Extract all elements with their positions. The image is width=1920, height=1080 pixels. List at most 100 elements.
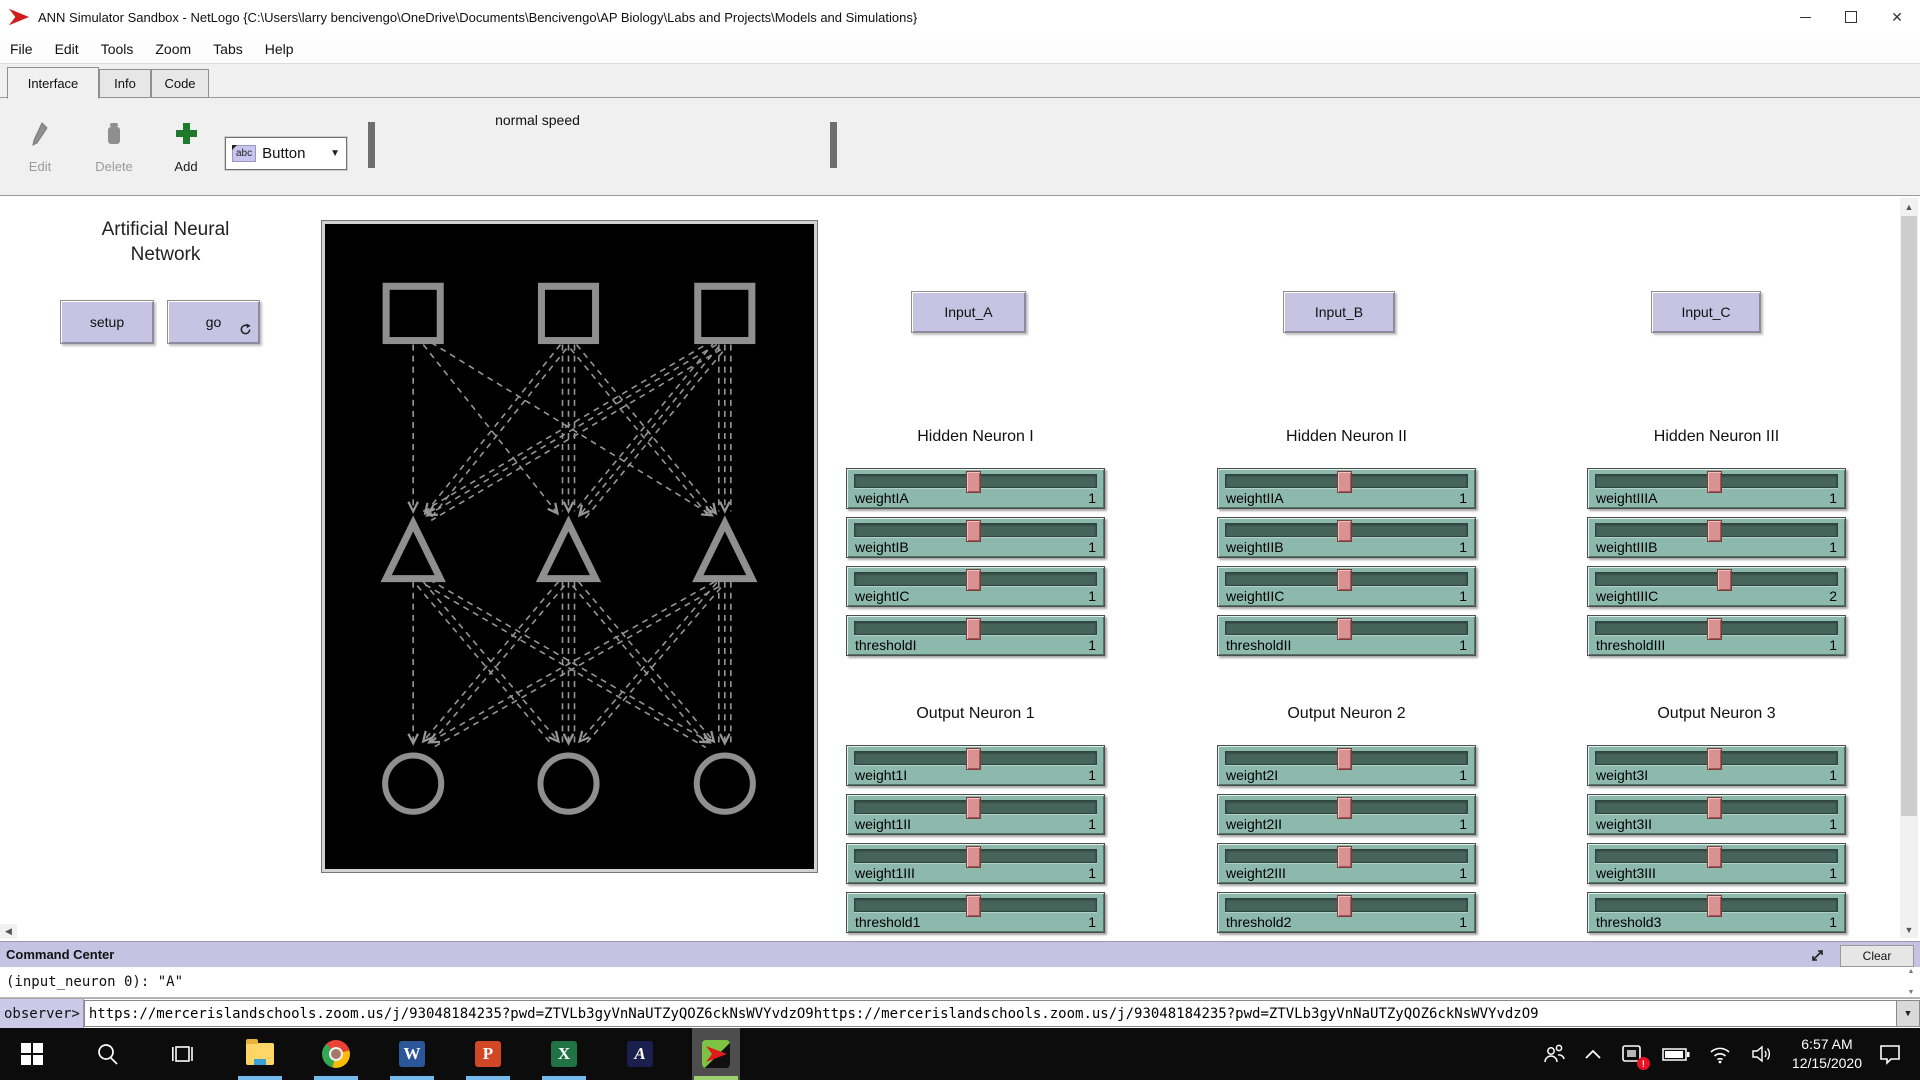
- button-widget-icon: abc: [232, 145, 256, 162]
- add-tool-button[interactable]: Add: [158, 120, 214, 174]
- slider-groove: [1595, 523, 1838, 537]
- taskbar-search-button[interactable]: [84, 1028, 132, 1080]
- slider-label: weight1II: [855, 816, 911, 832]
- start-button[interactable]: [8, 1028, 56, 1080]
- battery-icon[interactable]: [1662, 1046, 1690, 1062]
- slider-label: weightIA: [855, 490, 909, 506]
- world-view-frame: [321, 220, 818, 873]
- menu-help[interactable]: Help: [265, 41, 294, 57]
- slider-value: 2: [1829, 588, 1837, 604]
- slider-weight3I[interactable]: weight3I1: [1587, 745, 1846, 786]
- running-indicator: [390, 1076, 434, 1080]
- scroll-thumb[interactable]: [1901, 216, 1917, 816]
- close-button[interactable]: ✕: [1874, 0, 1920, 34]
- slider-weight3III[interactable]: weight3III1: [1587, 843, 1846, 884]
- slider-threshold2[interactable]: threshold21: [1217, 892, 1476, 933]
- input-a-button[interactable]: Input_A: [911, 291, 1026, 333]
- slider-value: 1: [1459, 588, 1467, 604]
- slider-value: 1: [1459, 637, 1467, 653]
- slider-value: 1: [1459, 816, 1467, 832]
- window-title: ANN Simulator Sandbox - NetLogo {C:\User…: [38, 10, 917, 25]
- slider-weight1II[interactable]: weight1II1: [846, 794, 1105, 835]
- notification-app-icon[interactable]: !: [1620, 1042, 1644, 1066]
- chrome-button[interactable]: [312, 1028, 360, 1080]
- netlogo-taskbar-button[interactable]: [692, 1028, 740, 1080]
- action-center-icon[interactable]: [1878, 1042, 1902, 1066]
- history-dropdown-button[interactable]: ▼: [1896, 1000, 1920, 1027]
- expand-icon[interactable]: [1806, 945, 1828, 965]
- toolbar-separator: [830, 122, 837, 168]
- slider-weight3II[interactable]: weight3II1: [1587, 794, 1846, 835]
- command-input[interactable]: https://mercerislandschools.zoom.us/j/93…: [84, 1000, 1896, 1027]
- slider-threshold1[interactable]: threshold11: [846, 892, 1105, 933]
- delete-tool-button[interactable]: Delete: [86, 120, 142, 174]
- slider-thresholdII[interactable]: thresholdII1: [1217, 615, 1476, 656]
- slider-weightIC[interactable]: weightIC1: [846, 566, 1105, 607]
- menu-file[interactable]: File: [10, 41, 33, 57]
- output-scrollbar[interactable]: ▲▼: [1904, 968, 1918, 996]
- slider-label: weight2III: [1226, 865, 1286, 881]
- slider-weightIB[interactable]: weightIB1: [846, 517, 1105, 558]
- volume-icon[interactable]: [1750, 1044, 1774, 1064]
- slider-weight2II[interactable]: weight2II 1: [1217, 794, 1476, 835]
- setup-button[interactable]: setup: [60, 300, 154, 344]
- tab-code[interactable]: Code: [151, 69, 209, 98]
- scroll-left-arrow[interactable]: ◀: [0, 924, 17, 939]
- slider-label: weight2II: [1226, 816, 1282, 832]
- wifi-icon[interactable]: [1708, 1044, 1732, 1064]
- maximize-button[interactable]: [1828, 0, 1874, 34]
- go-button[interactable]: go: [167, 300, 260, 344]
- slider-weight1I[interactable]: weight1I1: [846, 745, 1105, 786]
- people-icon[interactable]: [1542, 1043, 1566, 1065]
- input-c-button[interactable]: Input_C: [1651, 291, 1761, 333]
- file-explorer-button[interactable]: [236, 1028, 284, 1080]
- slider-weightIIIB[interactable]: weightIIIB1: [1587, 517, 1846, 558]
- running-indicator: [314, 1076, 358, 1080]
- edit-tool-button[interactable]: Edit: [12, 120, 68, 174]
- excel-button[interactable]: X: [540, 1028, 588, 1080]
- tab-info[interactable]: Info: [99, 69, 151, 98]
- slider-weight1III[interactable]: weight1III1: [846, 843, 1105, 884]
- input-b-button[interactable]: Input_B: [1283, 291, 1395, 333]
- command-center-header[interactable]: Command Center Clear: [0, 941, 1920, 967]
- vertical-scrollbar[interactable]: ▲ ▼: [1900, 198, 1918, 938]
- slider-weightIIC[interactable]: weightIIC1: [1217, 566, 1476, 607]
- slider-weight2III[interactable]: weight2III1: [1217, 843, 1476, 884]
- slider-label: weightIIIC: [1596, 588, 1658, 604]
- slider-weightIIA[interactable]: weightIIA1: [1217, 468, 1476, 509]
- slider-label: weightIC: [855, 588, 909, 604]
- excel-icon: X: [551, 1041, 577, 1067]
- menu-edit[interactable]: Edit: [55, 41, 79, 57]
- menu-tools[interactable]: Tools: [101, 41, 134, 57]
- tab-interface[interactable]: Interface: [7, 67, 99, 99]
- minimize-button[interactable]: [1782, 0, 1828, 34]
- taskbar-clock[interactable]: 6:57 AM 12/15/2020: [1792, 1035, 1862, 1073]
- slider-weightIA[interactable]: weightIA1: [846, 468, 1105, 509]
- slider-label: weightIIIB: [1596, 539, 1657, 555]
- hidden-icons-chevron[interactable]: [1584, 1048, 1602, 1060]
- model-heading: Artificial Neural Network: [68, 218, 263, 267]
- slider-value: 1: [1088, 637, 1096, 653]
- powerpoint-button[interactable]: P: [464, 1028, 512, 1080]
- interface-canvas: Artificial Neural Network setup go: [0, 196, 1920, 941]
- menu-tabs[interactable]: Tabs: [213, 41, 243, 57]
- slider-groove: [854, 523, 1097, 537]
- clear-button[interactable]: Clear: [1840, 945, 1914, 967]
- menu-zoom[interactable]: Zoom: [155, 41, 191, 57]
- scroll-up-arrow[interactable]: ▲: [1900, 198, 1918, 215]
- slider-groove: [854, 621, 1097, 635]
- widget-type-select[interactable]: abc Button ▼: [225, 137, 347, 170]
- acrobat-button[interactable]: A: [616, 1028, 664, 1080]
- slider-threshold3[interactable]: threshold31: [1587, 892, 1846, 933]
- slider-weightIIIC[interactable]: weightIIIC 2: [1587, 566, 1846, 607]
- task-view-button[interactable]: [160, 1028, 208, 1080]
- hidden-node-triangle: [386, 523, 440, 578]
- neural-network-view[interactable]: [325, 224, 814, 869]
- word-button[interactable]: W: [388, 1028, 436, 1080]
- scroll-down-arrow[interactable]: ▼: [1900, 921, 1918, 938]
- slider-weightIIB[interactable]: weightIIB1: [1217, 517, 1476, 558]
- slider-weightIIIA[interactable]: weightIIIA1: [1587, 468, 1846, 509]
- slider-weight2I[interactable]: weight2I1: [1217, 745, 1476, 786]
- slider-thresholdIII[interactable]: thresholdIII1: [1587, 615, 1846, 656]
- slider-thresholdI[interactable]: thresholdI1: [846, 615, 1105, 656]
